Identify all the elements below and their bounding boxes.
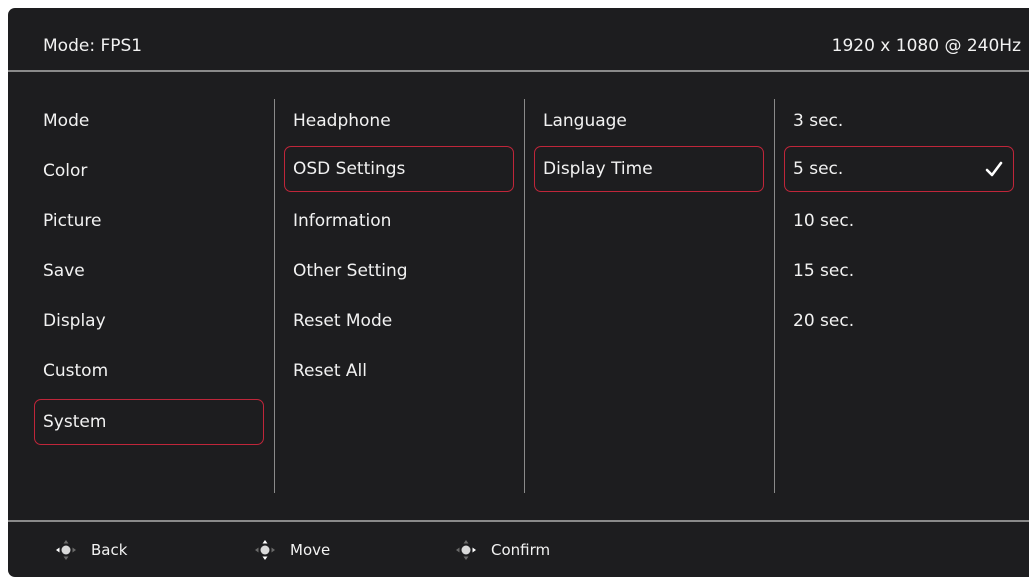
column-divider [524,99,525,493]
osd-footer: Back Move Confirm [8,522,1029,577]
resolution-label: 1920 x 1080 @ 240Hz [831,36,1021,56]
dpad-up-down-icon [255,539,275,560]
main-menu-item-system[interactable]: System [34,399,264,445]
dpad-left-icon [56,539,76,560]
move-label: Move [290,540,331,559]
osd-menu: Mode: FPS1 1920 x 1080 @ 240Hz Mode Colo… [8,8,1029,577]
back-hint: Back [55,522,127,577]
system-item-osd-settings[interactable]: OSD Settings [284,146,514,192]
main-menu-item-custom[interactable]: Custom [34,349,264,395]
osd-item-language[interactable]: Language [534,99,764,145]
main-menu-item-save[interactable]: Save [34,249,264,295]
osd-settings-column: Language Display Time [534,79,764,499]
system-item-reset-mode[interactable]: Reset Mode [284,299,514,345]
system-item-information[interactable]: Information [284,199,514,245]
display-time-option[interactable]: 3 sec. [784,99,1014,145]
display-time-option[interactable]: 15 sec. [784,249,1014,295]
display-time-option[interactable]: 10 sec. [784,199,1014,245]
main-menu-item-display[interactable]: Display [34,299,264,345]
main-menu-item-color[interactable]: Color [34,149,264,195]
system-item-other-setting[interactable]: Other Setting [284,249,514,295]
display-time-option-label: 5 sec. [793,159,844,179]
column-divider [774,99,775,493]
header-divider [8,70,1029,72]
column-divider [274,99,275,493]
display-time-option[interactable]: 20 sec. [784,299,1014,345]
osd-item-display-time[interactable]: Display Time [534,146,764,192]
main-menu-column: Mode Color Picture Save Display Custom S… [34,79,264,499]
system-item-headphone[interactable]: Headphone [284,99,514,145]
osd-header: Mode: FPS1 1920 x 1080 @ 240Hz [8,8,1029,70]
back-label: Back [91,540,128,559]
confirm-label: Confirm [491,540,551,559]
checkmark-icon [985,161,1003,177]
display-time-column: 3 sec. 5 sec. 10 sec. 15 sec. 20 sec. [784,79,1014,499]
mode-label: Mode: FPS1 [43,36,143,56]
main-menu-item-picture[interactable]: Picture [34,199,264,245]
confirm-hint: Confirm [455,522,550,577]
dpad-right-icon [456,539,476,560]
display-time-option-selected[interactable]: 5 sec. [784,146,1014,192]
system-item-reset-all[interactable]: Reset All [284,349,514,395]
main-menu-item-mode[interactable]: Mode [34,99,264,145]
move-hint: Move [254,522,330,577]
system-menu-column: Headphone OSD Settings Information Other… [284,79,514,499]
